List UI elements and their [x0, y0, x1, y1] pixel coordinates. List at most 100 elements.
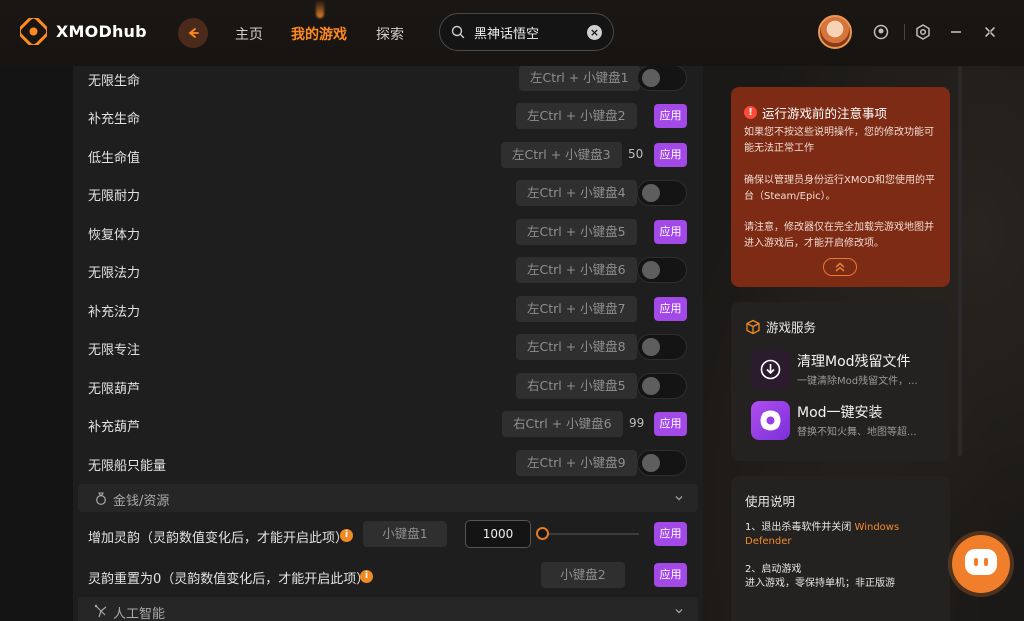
hotkey-button[interactable]: 左Ctrl + 小键盘3 — [501, 142, 622, 168]
hotkey-button[interactable]: 右Ctrl + 小键盘5 — [516, 373, 637, 399]
apply-button[interactable]: 应用 — [654, 412, 687, 436]
download-icon — [751, 350, 790, 389]
chat-icon — [965, 549, 997, 575]
hotkey-button[interactable]: 小键盘2 — [541, 562, 625, 588]
cheat-value: 50 — [628, 147, 644, 161]
cheat-row: 补充葫芦 右Ctrl + 小键盘6 99 应用 — [73, 405, 703, 444]
section-title: 金钱/资源 — [113, 494, 170, 509]
cheat-label: 无限葫芦 — [88, 382, 141, 397]
info-icon[interactable]: i — [340, 529, 353, 542]
cheat-row: 无限法力 左Ctrl + 小键盘6 — [73, 251, 703, 290]
toggle-switch[interactable] — [637, 450, 687, 476]
bell-icon[interactable] — [872, 23, 890, 41]
money-row: 灵韵重置为0（灵韵数值变化后，才能开启此项） i 小键盘2 应用 — [73, 557, 703, 596]
avatar[interactable] — [818, 15, 852, 49]
info-icon[interactable]: i — [360, 570, 373, 583]
apply-button[interactable]: 应用 — [654, 104, 687, 128]
service-item-clean-mod[interactable]: 清理Mod残留文件 一键清除Mod残留文件，... — [751, 350, 946, 390]
amount-input[interactable]: 1000 — [465, 520, 531, 548]
minimize-icon[interactable] — [947, 23, 965, 41]
collapse-button[interactable] — [823, 258, 857, 276]
clear-icon[interactable]: × — [587, 25, 602, 40]
section-header-money[interactable]: 金钱/资源 — [78, 484, 698, 512]
section-header-ai[interactable]: 人工智能 — [78, 597, 698, 621]
hotkey-button[interactable]: 左Ctrl + 小键盘5 — [516, 219, 637, 245]
apply-button[interactable]: 应用 — [654, 143, 687, 167]
apply-button[interactable]: 应用 — [654, 522, 687, 546]
cheat-row: 无限葫芦 右Ctrl + 小键盘5 — [73, 367, 703, 406]
toggle-switch[interactable] — [637, 180, 687, 206]
notice-text: 如果您不按这些说明操作，您的修改功能可能无法正常工作 — [744, 127, 934, 154]
toggle-switch[interactable] — [637, 373, 687, 399]
ai-icon — [94, 604, 107, 618]
apply-button[interactable]: 应用 — [654, 220, 687, 244]
service-item-mod-install[interactable]: Mod一键安装 替换不知火舞、地图等超... — [751, 401, 946, 441]
usage-instructions-card: 使用说明 1、退出杀毒软件并关闭 Windows Defender 2、启动游戏… — [731, 476, 950, 621]
cheat-row: 补充生命 左Ctrl + 小键盘2 应用 — [73, 97, 703, 136]
cheat-row: 无限专注 左Ctrl + 小键盘8 — [73, 328, 703, 367]
xmod-logo-icon — [20, 18, 47, 45]
chevron-up-icon — [835, 262, 845, 272]
game-services-card: 游戏服务 清理Mod残留文件 一键清除Mod残留文件，... Mod一键安装 替… — [731, 302, 950, 461]
divider — [904, 24, 905, 40]
search-input[interactable] — [474, 24, 584, 40]
puzzle-icon — [751, 401, 790, 440]
hotkey-button[interactable]: 左Ctrl + 小键盘4 — [516, 180, 637, 206]
cheat-row: 恢复体力 左Ctrl + 小键盘5 应用 — [73, 213, 703, 252]
notice-title: 运行游戏前的注意事项 — [762, 106, 888, 121]
nav-active-indicator — [316, 0, 324, 18]
apply-button[interactable]: 应用 — [654, 297, 687, 321]
cheat-row: 无限生命 左Ctrl + 小键盘1 — [73, 66, 703, 98]
usage-step: 进入游戏，零保持单机；非正版游 — [745, 578, 895, 589]
slider-handle[interactable] — [536, 527, 549, 540]
close-icon[interactable] — [981, 23, 999, 41]
amount-slider[interactable] — [543, 533, 639, 535]
hotkey-button[interactable]: 小键盘1 — [363, 521, 447, 547]
nav-my-games[interactable]: 我的游戏 — [291, 24, 347, 44]
services-title: 游戏服务 — [766, 320, 817, 335]
toggle-switch[interactable] — [637, 66, 687, 91]
cheat-label: 无限船只能量 — [88, 459, 167, 474]
sidebar-scrollbar[interactable] — [958, 66, 962, 456]
nav-home[interactable]: 主页 — [235, 24, 263, 44]
cheat-list-panel: 无限生命 左Ctrl + 小键盘1 补充生命 左Ctrl + 小键盘2 应用 低… — [73, 66, 703, 621]
cheat-row: 低生命值 左Ctrl + 小键盘3 50 应用 — [73, 136, 703, 175]
usage-step: 1、退出杀毒软件并关闭 Windows Defender — [745, 521, 940, 549]
hotkey-button[interactable]: 左Ctrl + 小键盘8 — [516, 334, 637, 360]
back-button[interactable] — [178, 18, 208, 48]
cheat-label: 无限生命 — [88, 74, 141, 89]
cheat-row: 无限耐力 左Ctrl + 小键盘4 — [73, 174, 703, 213]
notice-text: 请注意，修改器仅在完全加载完游戏地图并进入游戏后，才能开启修改项。 — [744, 222, 934, 249]
service-name: Mod一键安装 — [797, 405, 883, 421]
app-logo[interactable]: XMODhub — [20, 18, 147, 45]
app-name: XMODhub — [56, 22, 147, 41]
hotkey-button[interactable]: 左Ctrl + 小键盘6 — [516, 257, 637, 283]
nav-explore[interactable]: 探索 — [376, 24, 404, 44]
service-name: 清理Mod残留文件 — [797, 354, 911, 370]
cheat-label: 低生命值 — [88, 151, 141, 166]
cheat-row: 无限船只能量 左Ctrl + 小键盘9 — [73, 444, 703, 483]
section-title: 人工智能 — [113, 607, 166, 621]
hotkey-button[interactable]: 左Ctrl + 小键盘2 — [516, 103, 637, 129]
toggle-switch[interactable] — [637, 334, 687, 360]
cheat-label: 补充葫芦 — [88, 420, 141, 435]
usage-title: 使用说明 — [745, 494, 796, 509]
cheat-label: 补充生命 — [88, 112, 141, 127]
cheat-label: 补充法力 — [88, 305, 141, 320]
hotkey-button[interactable]: 左Ctrl + 小键盘9 — [516, 450, 637, 476]
cheat-row: 补充法力 左Ctrl + 小键盘7 应用 — [73, 290, 703, 329]
hotkey-button[interactable]: 左Ctrl + 小键盘7 — [516, 296, 637, 322]
notice-card: ! 运行游戏前的注意事项 如果您不按这些说明操作，您的修改功能可能无法正常工作 … — [731, 87, 950, 287]
cheat-label: 恢复体力 — [88, 228, 141, 243]
search-icon — [451, 25, 465, 39]
toggle-switch[interactable] — [637, 257, 687, 283]
top-bar: XMODhub 主页 我的游戏 探索 × — [0, 0, 1024, 66]
settings-icon[interactable] — [914, 23, 932, 41]
apply-button[interactable]: 应用 — [654, 563, 687, 587]
cheat-label: 无限法力 — [88, 266, 141, 281]
chat-button[interactable] — [952, 535, 1010, 593]
box-icon — [746, 319, 760, 334]
cheat-value: 99 — [629, 416, 645, 430]
hotkey-button[interactable]: 右Ctrl + 小键盘6 — [502, 411, 623, 437]
hotkey-button[interactable]: 左Ctrl + 小键盘1 — [519, 66, 640, 91]
